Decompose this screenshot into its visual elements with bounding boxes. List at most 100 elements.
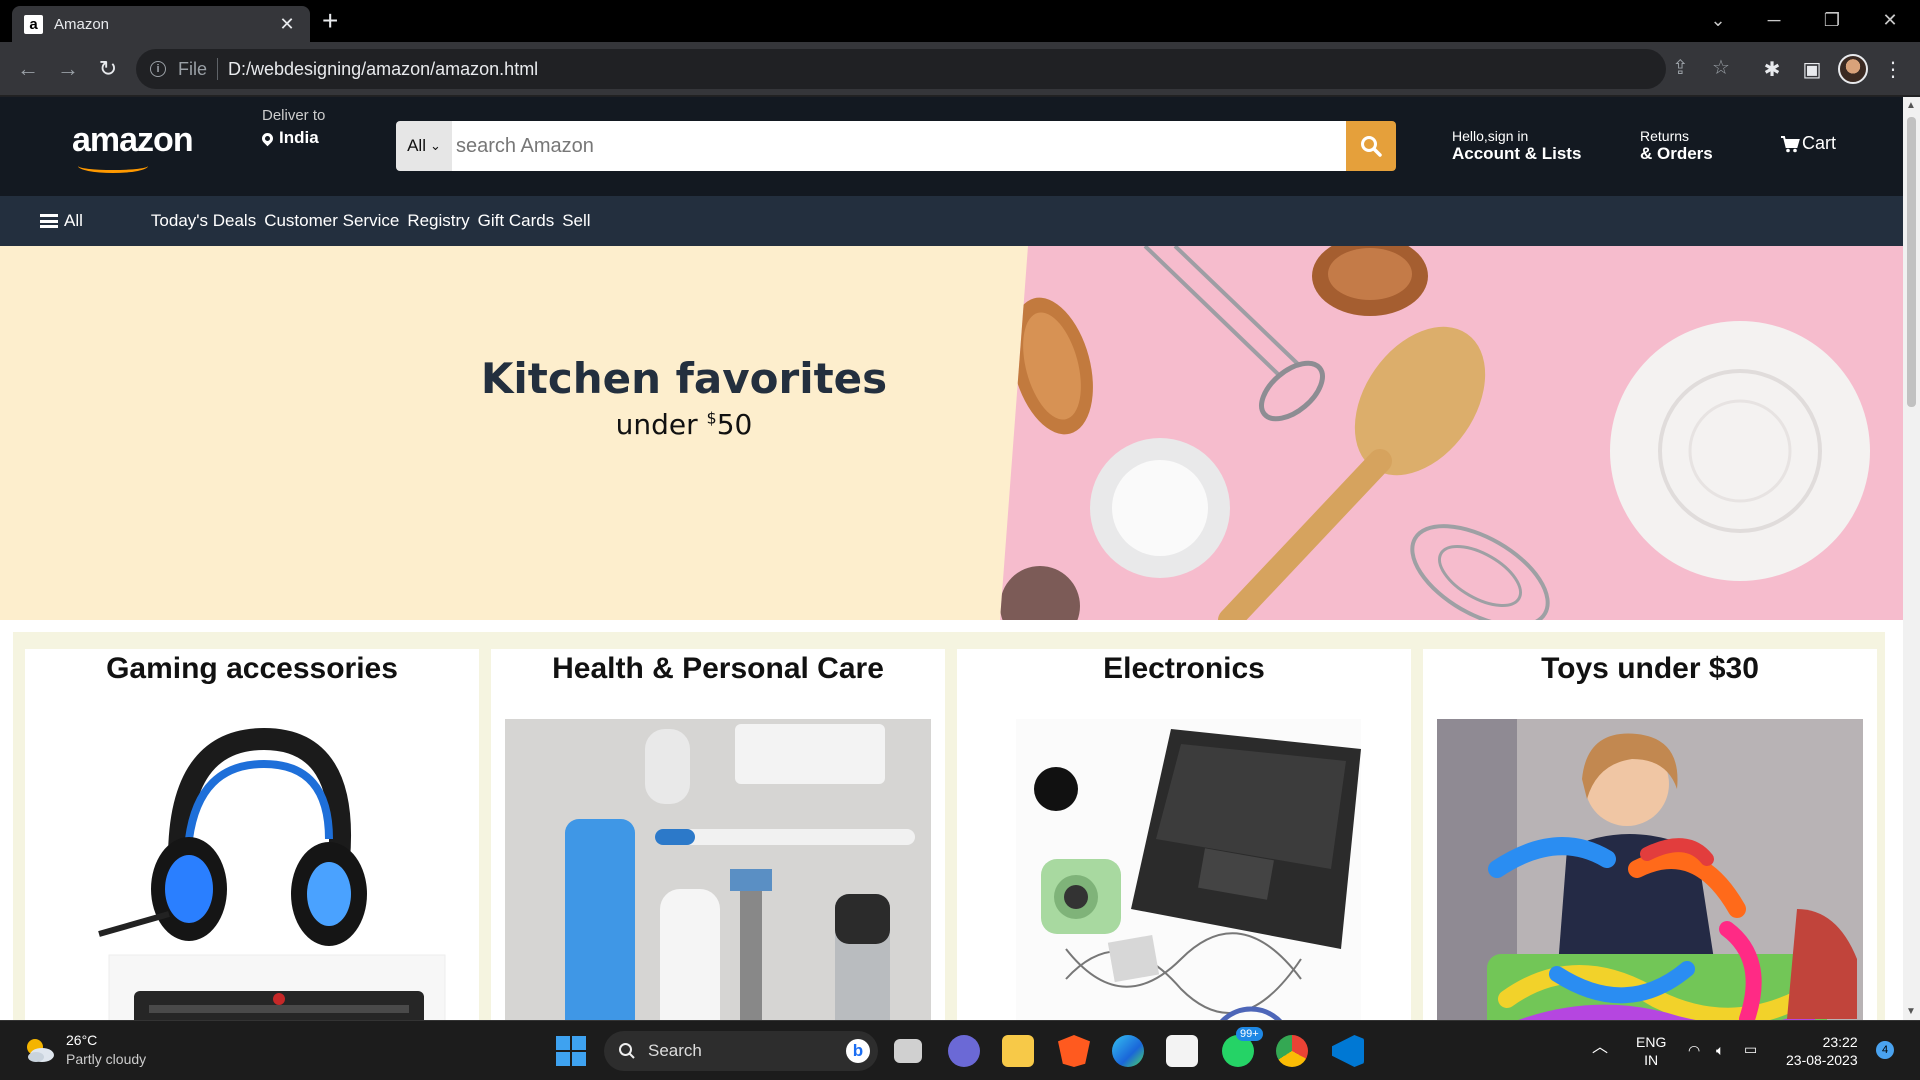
logo-text: amazon [72, 121, 194, 159]
location-pin-icon [259, 130, 276, 146]
chevron-down-icon: ⌄ [430, 138, 441, 153]
deliver-label: Deliver to [262, 107, 326, 124]
whatsapp-icon[interactable]: 99+ [1222, 1027, 1263, 1067]
gaming-headset-image [39, 719, 465, 1020]
windows-start-icon[interactable] [556, 1036, 586, 1066]
profile-avatar[interactable] [1838, 54, 1868, 84]
hero-banner[interactable]: Kitchen favorites under $50 [0, 246, 1903, 620]
clock-date: 23-08-2023 [1786, 1052, 1858, 1068]
bookmark-star-icon[interactable]: ☆ [1712, 55, 1730, 80]
electronics-image [971, 719, 1397, 1020]
cart-icon [1781, 135, 1800, 152]
amazon-header: amazon Deliver to India All ⌄ Hello,sign… [0, 97, 1903, 196]
amazon-favicon-icon: a [24, 14, 43, 34]
returns-label: Returns [1640, 128, 1690, 144]
clock[interactable]: 23:22 23-08-2023 [1786, 1033, 1858, 1069]
file-explorer-icon[interactable] [1002, 1035, 1034, 1067]
whatsapp-badge: 99+ [1236, 1027, 1263, 1041]
clock-time: 23:22 [1822, 1034, 1858, 1050]
weather-condition: Partly cloudy [66, 1051, 147, 1067]
deliver-to[interactable]: Deliver to India [259, 107, 326, 148]
subnav-link-customer-service[interactable]: Customer Service [264, 211, 399, 231]
volume-icon[interactable]: 🔈︎ [1716, 1041, 1724, 1059]
address-bar[interactable]: i File D:/webdesigning/amazon/amazon.htm… [136, 49, 1666, 89]
vscode-icon[interactable] [1332, 1035, 1364, 1067]
weather-temperature: 26°C [66, 1032, 98, 1048]
notification-badge[interactable]: 4 [1876, 1041, 1894, 1059]
scroll-down-icon[interactable]: ▼ [1906, 1006, 1916, 1017]
all-menu-button[interactable]: All [40, 211, 83, 231]
page-scrollbar[interactable]: ▲ ▼ [1903, 97, 1920, 1020]
cart-label: Cart [1802, 133, 1837, 153]
search-button[interactable] [1346, 121, 1396, 171]
weather-widget[interactable]: 26°C Partly cloudy [22, 1031, 146, 1069]
scroll-up-icon[interactable]: ▲ [1906, 100, 1916, 111]
subnav-link-todays-deals[interactable]: Today's Deals [151, 211, 256, 231]
amazon-logo[interactable]: amazon [72, 121, 194, 173]
show-hidden-icons-chevron-icon[interactable]: ︿ [1592, 1039, 1608, 1057]
new-tab-icon[interactable]: + [322, 6, 338, 36]
card-electronics[interactable]: Electronics [957, 649, 1411, 1020]
account-lists[interactable]: Hello,sign in Account & Lists [1452, 127, 1581, 163]
subnav-link-registry[interactable]: Registry [407, 211, 469, 231]
bing-icon: b [846, 1039, 870, 1063]
reload-icon[interactable]: ↻ [92, 53, 124, 85]
hamburger-icon [40, 214, 58, 228]
amazon-subnav: All Today's Deals Customer Service Regis… [0, 196, 1903, 246]
wifi-icon[interactable]: ◠ [1688, 1041, 1700, 1059]
taskbar-search-label: Search [648, 1041, 702, 1060]
browser-menu-icon[interactable]: ⋮ [1878, 54, 1908, 84]
subnav-link-sell[interactable]: Sell [562, 211, 590, 231]
cart-button[interactable]: Cart [1780, 133, 1836, 154]
all-menu-label: All [64, 211, 83, 230]
share-icon[interactable]: ⇪ [1672, 55, 1689, 80]
hero-subtitle-currency: $ [706, 408, 717, 428]
battery-icon[interactable]: ▭ [1744, 1040, 1757, 1058]
extensions-icon[interactable]: ✱ [1757, 54, 1787, 84]
site-info-icon[interactable]: i [150, 61, 166, 77]
window-close-icon[interactable]: ✕ [1862, 4, 1918, 36]
page-viewport: amazon Deliver to India All ⌄ Hello,sign… [0, 97, 1903, 1020]
category-cards: Gaming accessories Health & Personal Car… [13, 632, 1885, 1020]
browser-toolbar: ← → ↻ i File D:/webdesigning/amazon/amaz… [0, 42, 1920, 96]
tab-close-icon[interactable]: ✕ [276, 14, 298, 35]
microsoft-store-icon[interactable] [1166, 1035, 1198, 1067]
logo-smile-icon [78, 159, 148, 173]
search-input[interactable] [452, 121, 1346, 171]
card-health-personal-care[interactable]: Health & Personal Care [491, 649, 945, 1020]
forward-icon[interactable]: → [52, 53, 84, 85]
card-title: Toys under $30 [1541, 652, 1759, 685]
returns-orders[interactable]: Returns & Orders [1640, 127, 1713, 163]
minimize-icon[interactable]: ─ [1746, 4, 1802, 36]
teams-chat-icon[interactable] [948, 1035, 980, 1067]
url-text[interactable]: D:/webdesigning/amazon/amazon.html [228, 59, 538, 80]
card-toys-under-30[interactable]: Toys under $30 [1423, 649, 1877, 1020]
taskbar-search[interactable]: Search b [604, 1031, 878, 1071]
deliver-country: India [279, 128, 319, 147]
account-label: Account & Lists [1452, 144, 1582, 163]
chrome-browser-icon[interactable] [1276, 1035, 1308, 1067]
search-bar: All ⌄ [396, 121, 1396, 171]
task-view-icon[interactable] [894, 1039, 922, 1063]
brave-browser-icon[interactable] [1058, 1035, 1090, 1067]
back-icon[interactable]: ← [12, 53, 44, 85]
toys-image [1437, 719, 1863, 1020]
card-gaming-accessories[interactable]: Gaming accessories [25, 649, 479, 1020]
tab-title: Amazon [54, 15, 110, 33]
search-category-value: All [407, 136, 426, 155]
url-scheme: File [178, 58, 208, 79]
side-panel-icon[interactable]: ▣ [1797, 54, 1827, 84]
card-title: Health & Personal Care [552, 652, 884, 685]
tab-search-chevron-icon[interactable]: ⌄ [1690, 4, 1746, 36]
personal-care-image [505, 719, 931, 1020]
language-indicator[interactable]: ENG IN [1636, 1033, 1666, 1069]
partly-cloudy-icon [27, 1039, 54, 1062]
kitchen-utensils-image [1000, 246, 1903, 620]
edge-browser-icon[interactable] [1112, 1035, 1144, 1067]
scrollbar-thumb[interactable] [1907, 117, 1916, 407]
language-code: ENG [1636, 1034, 1667, 1050]
restore-icon[interactable]: ❐ [1804, 4, 1860, 36]
browser-tab[interactable]: a Amazon ✕ [12, 6, 310, 42]
subnav-link-gift-cards[interactable]: Gift Cards [478, 211, 555, 231]
search-category-select[interactable]: All ⌄ [396, 121, 452, 171]
